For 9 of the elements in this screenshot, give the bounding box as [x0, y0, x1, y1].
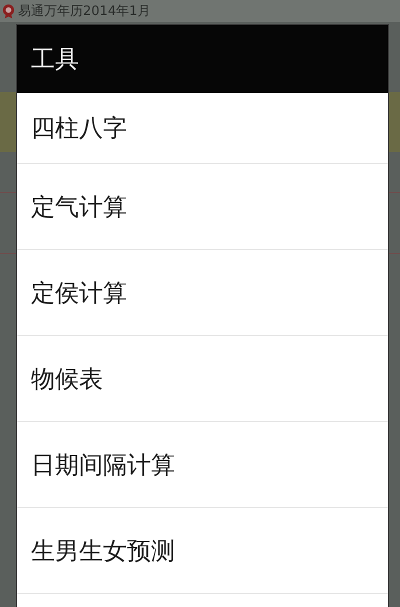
menu-item[interactable]: 生男生女预测 — [17, 508, 388, 594]
menu-item[interactable]: 日期间隔计算 — [17, 422, 388, 508]
menu-item[interactable]: 定侯计算 — [17, 250, 388, 336]
app-title: 易通万年历2014年1月 — [18, 3, 150, 20]
menu-item[interactable]: 四柱八字 — [17, 93, 388, 164]
dialog-title: 工具 — [31, 44, 79, 75]
menu-item[interactable]: 定气计算 — [17, 164, 388, 250]
app-icon — [2, 3, 15, 19]
menu-item[interactable]: 物候表 — [17, 336, 388, 422]
